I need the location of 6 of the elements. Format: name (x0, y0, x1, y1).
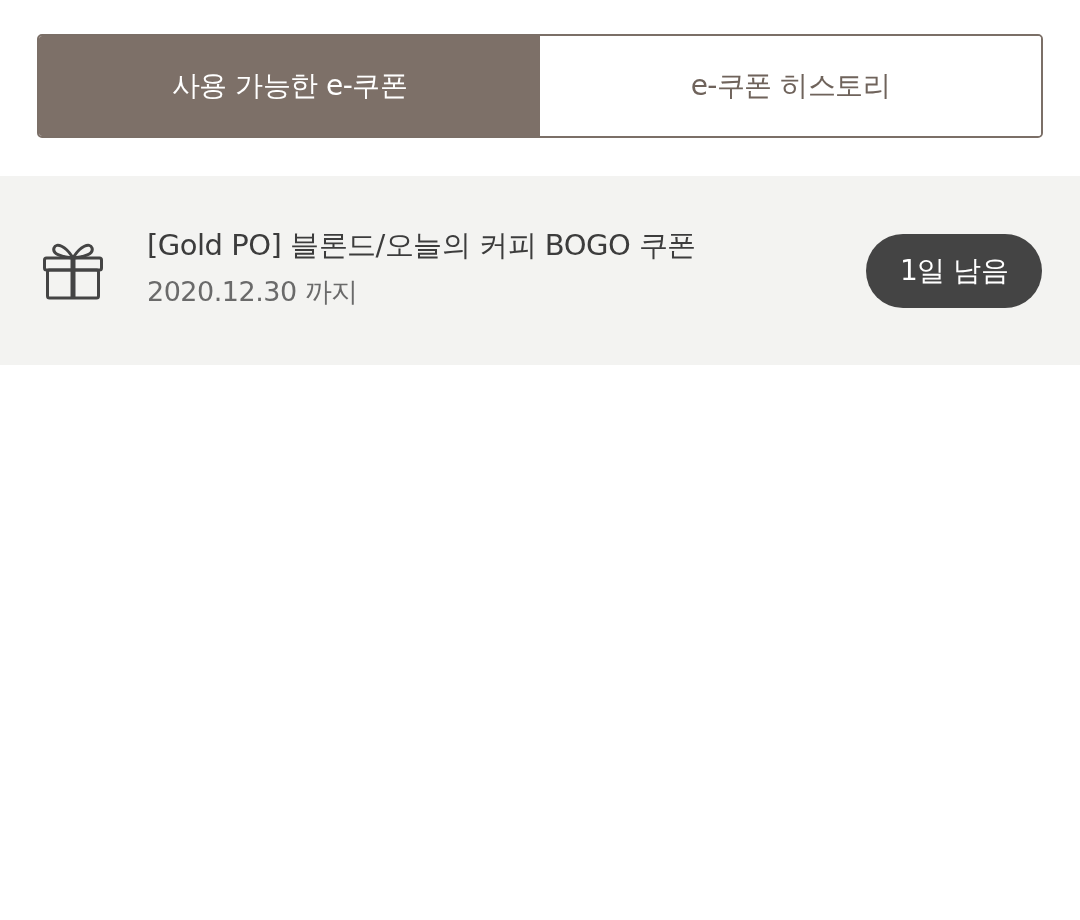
coupon-row[interactable]: [Gold PO] 블론드/오늘의 커피 BOGO 쿠폰 2020.12.30 까지 1일 남음 (0, 176, 1080, 365)
tab[interactable]: 사용 가능한 e-쿠폰 (39, 36, 540, 136)
coupon-title: [Gold PO] 블론드/오늘의 커피 BOGO 쿠폰 (147, 226, 697, 264)
gift-icon (42, 241, 104, 300)
days-left-badge: 1일 남음 (866, 233, 1042, 308)
coupon-expiry: 2020.12.30 까지 (147, 274, 359, 309)
